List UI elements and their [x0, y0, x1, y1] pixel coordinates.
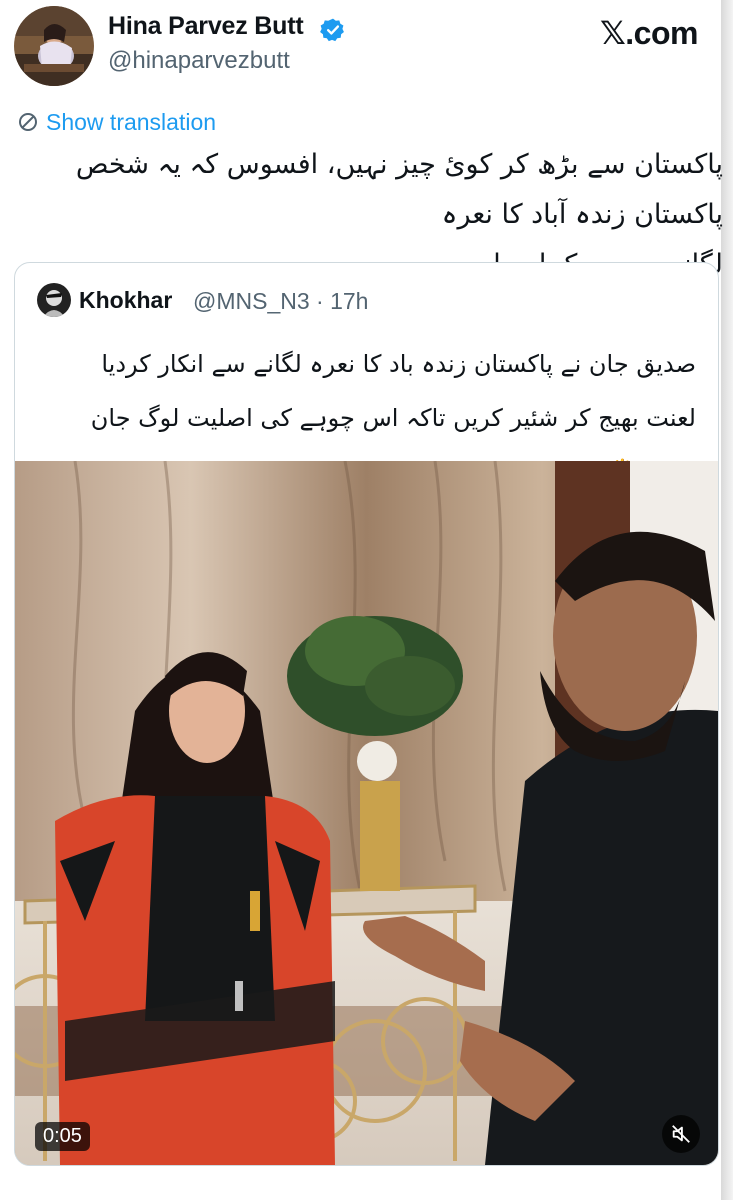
author-avatar[interactable]	[14, 6, 94, 86]
verified-badge-icon	[320, 18, 344, 42]
video-player[interactable]: 0:05	[15, 461, 718, 1165]
author-name[interactable]: Hina Parvez Butt	[108, 12, 304, 41]
video-timestamp: 0:05	[35, 1122, 90, 1151]
show-translation-link[interactable]: Show translation	[16, 108, 216, 136]
mute-button[interactable]	[662, 1115, 700, 1153]
quoted-author-avatar[interactable]	[37, 283, 71, 317]
quoted-author-name[interactable]: Khokhar	[79, 287, 172, 314]
quoted-tweet-card[interactable]: Khokhar @MNS_N3 · 17h صدیق جان نے پاکستا…	[14, 262, 719, 1166]
translate-icon	[19, 113, 37, 131]
x-logo: 𝕏.com	[600, 15, 698, 51]
muted-speaker-icon	[672, 1125, 690, 1143]
show-translation-label: Show translation	[46, 108, 217, 135]
tweet-text-line: پاکستان سے بڑھ کر کوئ چیز نہیں، افسوس کہ…	[75, 149, 723, 230]
quoted-tweet-meta[interactable]: @MNS_N3 · 17h	[193, 288, 368, 315]
video-frame	[15, 461, 718, 1165]
author-handle[interactable]: @hinaparvezbutt	[108, 47, 290, 75]
quoted-text-line: صدیق جان نے پاکستان زندہ باد کا نعرہ لگا…	[101, 350, 696, 378]
